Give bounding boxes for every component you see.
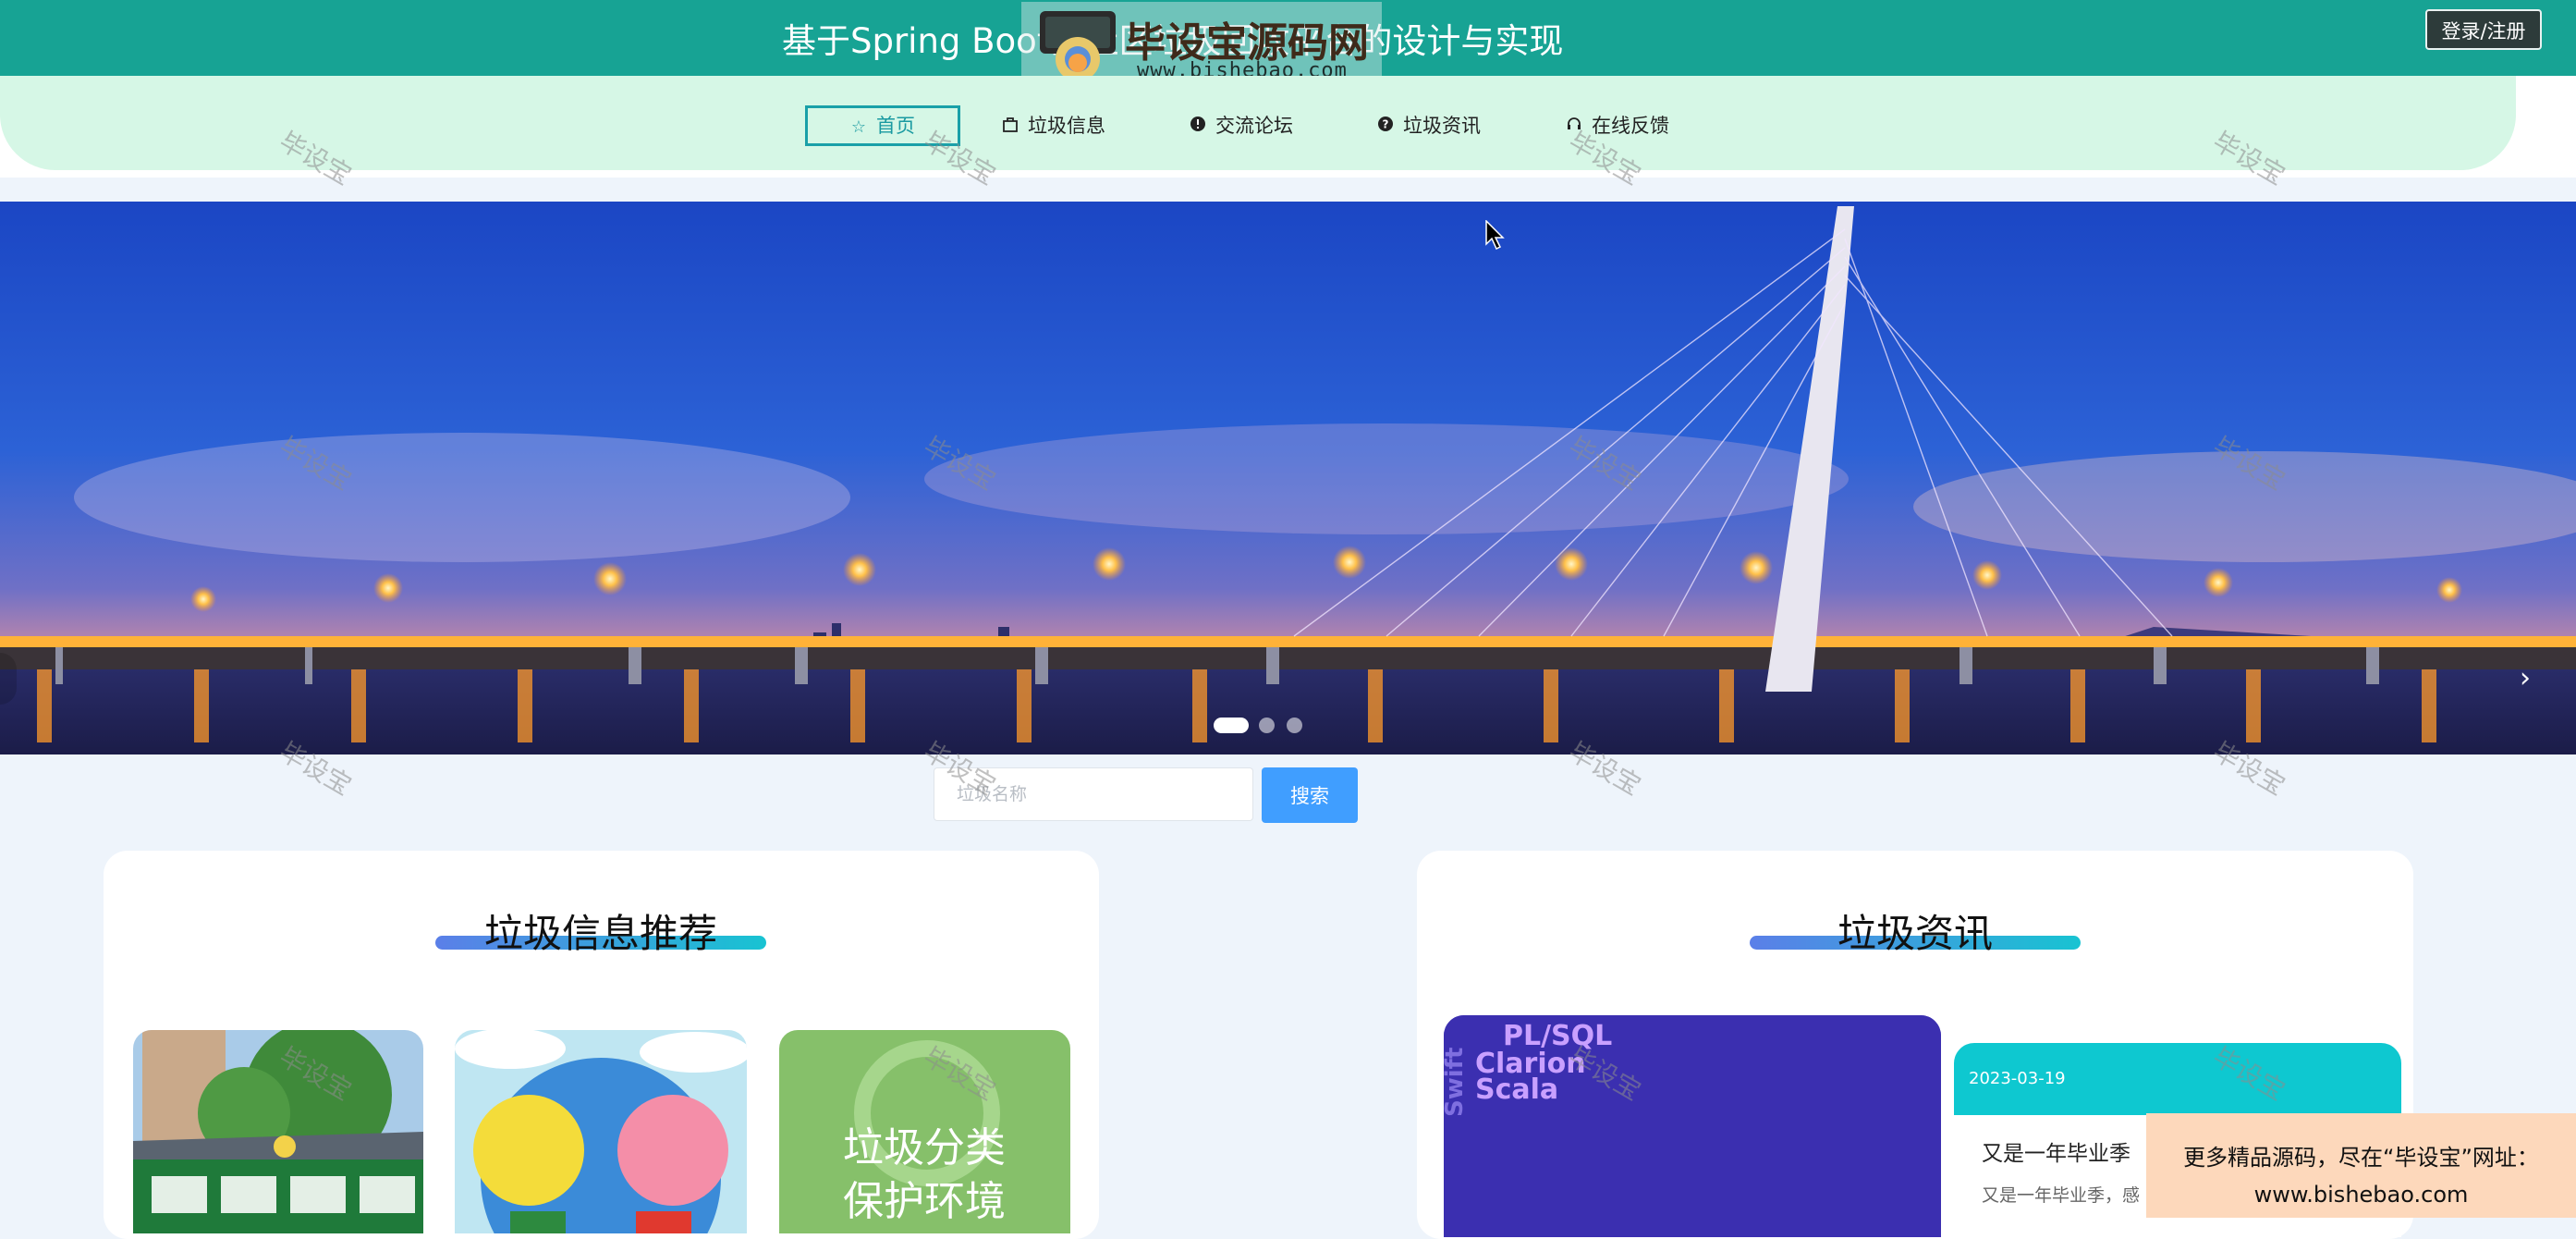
svg-text:保护环境: 保护环境 xyxy=(843,1178,1006,1225)
carousel-next-button[interactable]: › xyxy=(2509,653,2542,705)
recommend-item-1[interactable] xyxy=(133,1030,423,1233)
bag-icon xyxy=(1000,107,1020,148)
protect-environment-image: 垃圾分类 保护环境 xyxy=(779,1030,1070,1233)
nav-item-garbage-news[interactable]: ? 垃圾资讯 xyxy=(1375,105,1481,146)
news-date: 2023-03-19 xyxy=(1969,1069,2066,1088)
featured-word: Swift xyxy=(1444,1048,1469,1117)
logo-mark-icon xyxy=(1040,11,1116,81)
section-heading: 垃圾资讯 xyxy=(1750,902,2081,958)
nav-item-feedback[interactable]: 在线反馈 xyxy=(1564,105,1669,146)
nav-item-forum[interactable]: 交流论坛 xyxy=(1188,105,1293,146)
info-icon xyxy=(1188,107,1208,148)
star-icon: ☆ xyxy=(850,117,867,137)
nav-item-home[interactable]: ☆ 首页 xyxy=(805,105,960,146)
nav-item-label: 在线反馈 xyxy=(1592,115,1669,137)
recommend-item-3[interactable]: 垃圾分类 保护环境 xyxy=(779,1030,1070,1233)
bridge-night-image xyxy=(0,202,2576,754)
search-button[interactable]: 搜索 xyxy=(1262,767,1358,823)
section-heading: 垃圾信息推荐 xyxy=(435,902,766,958)
nav-item-garbage-info[interactable]: 垃圾信息 xyxy=(1000,105,1105,146)
carousel-dot-3[interactable] xyxy=(1287,718,1302,733)
news-date-band: 2023-03-19 xyxy=(1954,1043,2401,1115)
nav-item-label: 垃圾资讯 xyxy=(1403,115,1481,137)
recommend-item-2[interactable] xyxy=(455,1030,747,1233)
login-register-button[interactable]: 登录/注册 xyxy=(2425,9,2542,50)
ad-line-1: 更多精品源码，尽在“毕设宝”网址： xyxy=(2183,1145,2539,1171)
earth-sorting-image xyxy=(455,1030,747,1233)
featured-news-image[interactable]: PL/SQL Clarion Scala Swift xyxy=(1444,1015,1941,1237)
programming-languages-image: PL/SQL Clarion Scala Swift xyxy=(1444,1015,1941,1237)
banner-carousel[interactable]: › xyxy=(0,202,2576,754)
news-excerpt: 又是一年毕业季，感 xyxy=(1982,1185,2141,1206)
nav-item-label: 交流论坛 xyxy=(1215,115,1293,137)
featured-word: Scala xyxy=(1475,1073,1558,1106)
section-title: 垃圾信息推荐 xyxy=(483,911,717,956)
search-input[interactable] xyxy=(934,767,1253,821)
news-title: 又是一年毕业季 xyxy=(1982,1142,2130,1166)
nav-item-label: 首页 xyxy=(876,115,915,137)
svg-text:?: ? xyxy=(1383,118,1389,131)
nav-item-label: 垃圾信息 xyxy=(1028,115,1105,137)
ad-line-2: www.bishebao.com xyxy=(2253,1182,2469,1208)
source-ad-banner: 更多精品源码，尽在“毕设宝”网址： www.bishebao.com xyxy=(2146,1113,2576,1218)
section-title: 垃圾资讯 xyxy=(1837,911,1993,956)
main-nav: ☆ 首页 垃圾信息 交流论坛 ? 垃圾资讯 在线反馈 xyxy=(0,76,2516,170)
svg-text:垃圾分类: 垃圾分类 xyxy=(843,1124,1006,1172)
question-icon: ? xyxy=(1375,107,1396,148)
mouse-cursor-icon xyxy=(1485,220,1505,250)
carousel-dot-1[interactable] xyxy=(1214,718,1249,733)
recycling-station-image xyxy=(133,1030,423,1233)
carousel-dot-2[interactable] xyxy=(1259,718,1275,733)
headset-icon xyxy=(1564,107,1584,148)
